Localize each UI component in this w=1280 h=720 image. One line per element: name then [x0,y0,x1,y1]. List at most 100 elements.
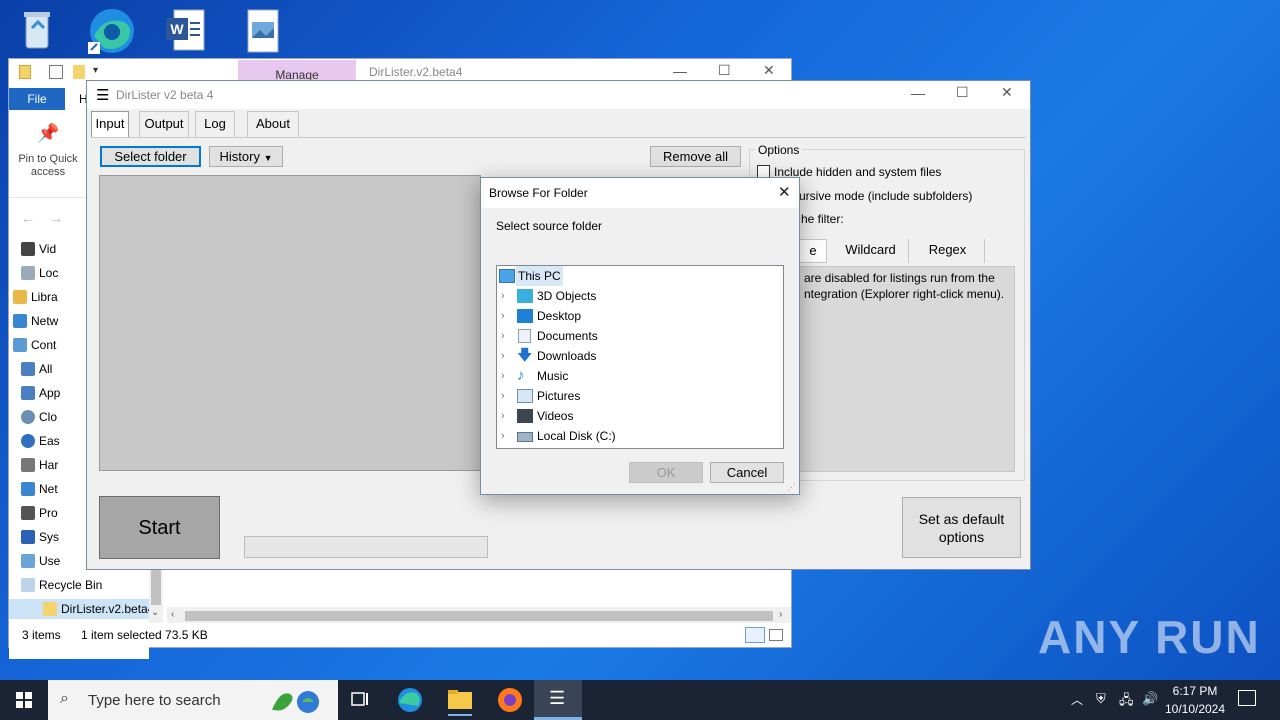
chevron-up-icon[interactable]: ︿ [1071,691,1083,708]
close-icon[interactable]: ✕ [778,183,791,201]
pin-icon: 📌 [37,123,60,143]
word-document-icon[interactable]: W [160,6,216,56]
nav-item-dirlister-folder[interactable]: DirLister.v2.beta4 [9,599,154,619]
nav-item-control-panel[interactable]: Cont [13,335,56,355]
maximize-icon[interactable]: ☐ [956,84,969,101]
set-default-options-button[interactable]: Set as default options [902,497,1021,558]
image-file-icon[interactable] [236,6,292,56]
scroll-down-icon[interactable]: ⌄ [151,607,159,618]
quick-access-dropdown-icon[interactable]: ▾ [93,65,98,76]
start-button[interactable]: Start [99,496,220,559]
filter-tab-regex[interactable]: Regex [911,239,985,263]
file-explorer-taskbar-icon[interactable] [436,680,484,720]
tab-input[interactable]: Input [91,111,129,138]
nav-item-user-accounts[interactable]: Use [21,551,60,571]
chevron-right-icon[interactable]: › [501,406,505,426]
videos-icon [517,409,533,423]
folder-icon [19,65,31,79]
nav-scrollbar[interactable]: ⌄ [149,569,163,625]
tree-item-desktop[interactable]: › Desktop [497,306,783,326]
scroll-right-icon[interactable]: › [779,609,782,620]
nav-item-system[interactable]: Sys [21,527,59,547]
minimize-icon[interactable]: — [673,63,687,79]
tree-item-pictures[interactable]: › Pictures [497,386,783,406]
tree-item-3d-objects[interactable]: › 3D Objects [497,286,783,306]
nav-item-videos[interactable]: Vid [21,239,56,259]
taskbar-search[interactable]: ⌕ Type here to search [48,680,338,720]
volume-icon[interactable]: 🔊 [1142,691,1158,707]
folder-list[interactable] [99,175,481,471]
options-legend: Options [755,143,803,157]
nav-item-network-sharing[interactable]: Net [21,479,58,499]
chevron-right-icon[interactable]: › [501,286,505,306]
tree-item-downloads[interactable]: › 🡇 Downloads [497,346,783,366]
properties-icon[interactable] [49,65,63,79]
nav-item-hardware[interactable]: Har [21,455,58,475]
minimize-icon[interactable]: — [911,85,925,101]
folder-tree[interactable]: This PC › 3D Objects › Desktop › Documen… [496,265,784,449]
horizontal-scrollbar-thumb[interactable] [185,611,773,621]
tree-item-local-disk[interactable]: › Local Disk (C:) [497,426,783,446]
close-icon[interactable]: ✕ [763,62,775,79]
maximize-icon[interactable]: ☐ [718,62,731,79]
chevron-right-icon[interactable]: › [501,366,505,386]
chevron-right-icon[interactable]: › [501,306,505,326]
nav-item-ease-of-access[interactable]: Eas [21,431,60,451]
dirlister-taskbar-icon[interactable]: ☰ [534,680,582,720]
recycle-bin-icon[interactable] [10,6,66,56]
nav-item-network[interactable]: Netw [13,311,58,331]
remove-all-button[interactable]: Remove all [650,146,741,167]
cancel-button[interactable]: Cancel [710,462,784,483]
close-icon[interactable]: ✕ [1001,84,1013,101]
nav-item-apps[interactable]: App [21,383,60,403]
programs-icon [21,506,35,520]
nav-item-recycle-bin[interactable]: Recycle Bin [21,575,102,595]
nav-item-programs[interactable]: Pro [21,503,58,523]
tab-log[interactable]: Log [195,111,235,137]
forward-arrow-icon[interactable]: → [49,210,63,226]
nav-item-all[interactable]: All [21,359,52,379]
tree-item-this-pc[interactable]: This PC [497,266,783,286]
select-folder-button[interactable]: Select folder [100,146,201,167]
file-tab[interactable]: File [9,88,65,110]
notification-center-icon[interactable] [1238,690,1256,706]
pin-quick-access-button[interactable]: 📌 Pin to Quick access [9,111,87,191]
tree-item-videos[interactable]: › Videos [497,406,783,426]
app-list-icon: ☰ [549,688,566,708]
security-tray-icon[interactable]: ⛨ [1096,691,1106,707]
nav-item-local-disk[interactable]: Loc [21,263,58,283]
nav-scrollbar-thumb[interactable] [151,569,161,605]
scroll-left-icon[interactable]: ‹ [171,609,174,620]
pin-label: Pin to Quick access [18,153,78,178]
details-view-icon[interactable] [745,627,765,643]
nav-item-clock[interactable]: Clo [21,407,57,427]
ok-button[interactable]: OK [629,462,703,483]
chevron-right-icon[interactable]: › [501,386,505,406]
resize-grip-icon[interactable]: ⋰ [787,482,796,493]
status-selection: 1 item selected 73.5 KB [81,628,208,642]
task-view-icon[interactable] [336,680,384,720]
tab-output[interactable]: Output [139,111,189,137]
edge-taskbar-icon[interactable] [386,680,434,720]
firefox-taskbar-icon[interactable] [486,680,534,720]
chevron-right-icon[interactable]: › [501,326,505,346]
nav-item-libraries[interactable]: Libra [13,287,58,307]
new-folder-icon[interactable] [73,65,85,79]
clock-time[interactable]: 6:17 PM [1162,684,1228,698]
apps-icon [21,386,35,400]
chevron-right-icon[interactable]: › [501,426,505,446]
large-icons-view-icon[interactable] [769,629,783,641]
ease-of-access-icon [21,434,35,448]
tab-about[interactable]: About [247,111,299,137]
history-button[interactable]: History ▼ [209,146,283,167]
filter-tab-none[interactable]: e [799,239,827,263]
edge-icon[interactable] [84,6,140,56]
clock-date[interactable]: 10/10/2024 [1162,702,1228,716]
chevron-right-icon[interactable]: › [501,346,505,366]
tree-item-music[interactable]: › ♪ Music [497,366,783,386]
tree-item-documents[interactable]: › Documents [497,326,783,346]
start-button[interactable] [0,680,48,720]
filter-tab-wildcard[interactable]: Wildcard [833,239,909,263]
network-icon[interactable]: 🖧 [1119,691,1134,713]
back-arrow-icon[interactable]: ← [21,210,35,226]
